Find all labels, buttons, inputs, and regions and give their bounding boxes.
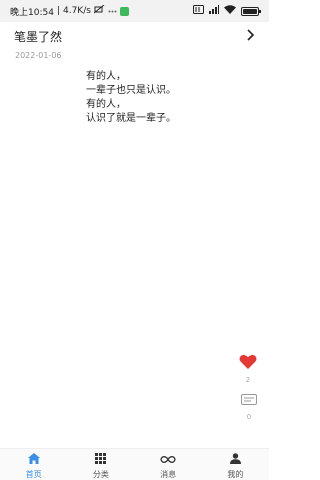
separator: | — [56, 6, 60, 16]
poem-line: 认识了就是一辈子。 — [86, 113, 176, 124]
nav-item-category[interactable]: 分类 — [67, 449, 134, 480]
nav-label-home: 首页 — [25, 470, 42, 479]
poem-line: 一辈子也只是认识。 — [86, 85, 176, 96]
like-count: 2 — [245, 376, 251, 384]
wifi-icon — [224, 5, 236, 17]
wechat-icon — [119, 6, 129, 16]
nav-item-home[interactable]: 首页 — [0, 449, 67, 480]
comment-button[interactable]: 0 — [241, 392, 257, 421]
status-left: 晚上10:54 | 4.7K/s — [10, 4, 129, 18]
post-content: 有的人， 一辈子也只是认识。 有的人， 认识了就是一辈子。 — [86, 70, 176, 126]
chevron-right-icon[interactable] — [247, 28, 255, 44]
notification-dots-icon — [108, 6, 117, 16]
sim-icon — [193, 5, 204, 17]
home-icon — [27, 449, 40, 468]
nav-label-category: 分类 — [92, 470, 109, 479]
comment-icon — [241, 392, 257, 411]
page-title: 笔墨了然 — [14, 29, 63, 44]
mute-icon — [93, 4, 105, 17]
clock: 晚上10:54 — [10, 7, 54, 18]
battery-icon — [241, 6, 261, 16]
person-icon — [229, 449, 241, 468]
poem-line: 有的人， — [86, 99, 126, 110]
header: 笔墨了然 — [0, 25, 269, 47]
nav-item-profile[interactable]: 我的 — [202, 449, 269, 480]
poem-line: 有的人， — [86, 71, 126, 82]
nav-label-profile: 我的 — [227, 470, 244, 479]
infinity-icon — [160, 449, 176, 468]
nav-label-messages: 消息 — [160, 470, 177, 479]
heart-icon — [239, 354, 257, 374]
bottom-nav: 首页 分类 消息 我的 — [0, 448, 269, 480]
status-right — [193, 5, 261, 17]
like-button[interactable]: 2 — [239, 354, 257, 384]
status-bar: 晚上10:54 | 4.7K/s — [0, 0, 269, 22]
comment-count: 0 — [246, 413, 252, 421]
post-date: 2022-01-06 — [15, 51, 62, 60]
grid-icon — [95, 449, 107, 468]
signal-icon — [209, 5, 219, 17]
battery-fill — [243, 8, 257, 14]
network-speed: 4.7K/s — [62, 6, 91, 16]
nav-item-messages[interactable]: 消息 — [135, 449, 202, 480]
